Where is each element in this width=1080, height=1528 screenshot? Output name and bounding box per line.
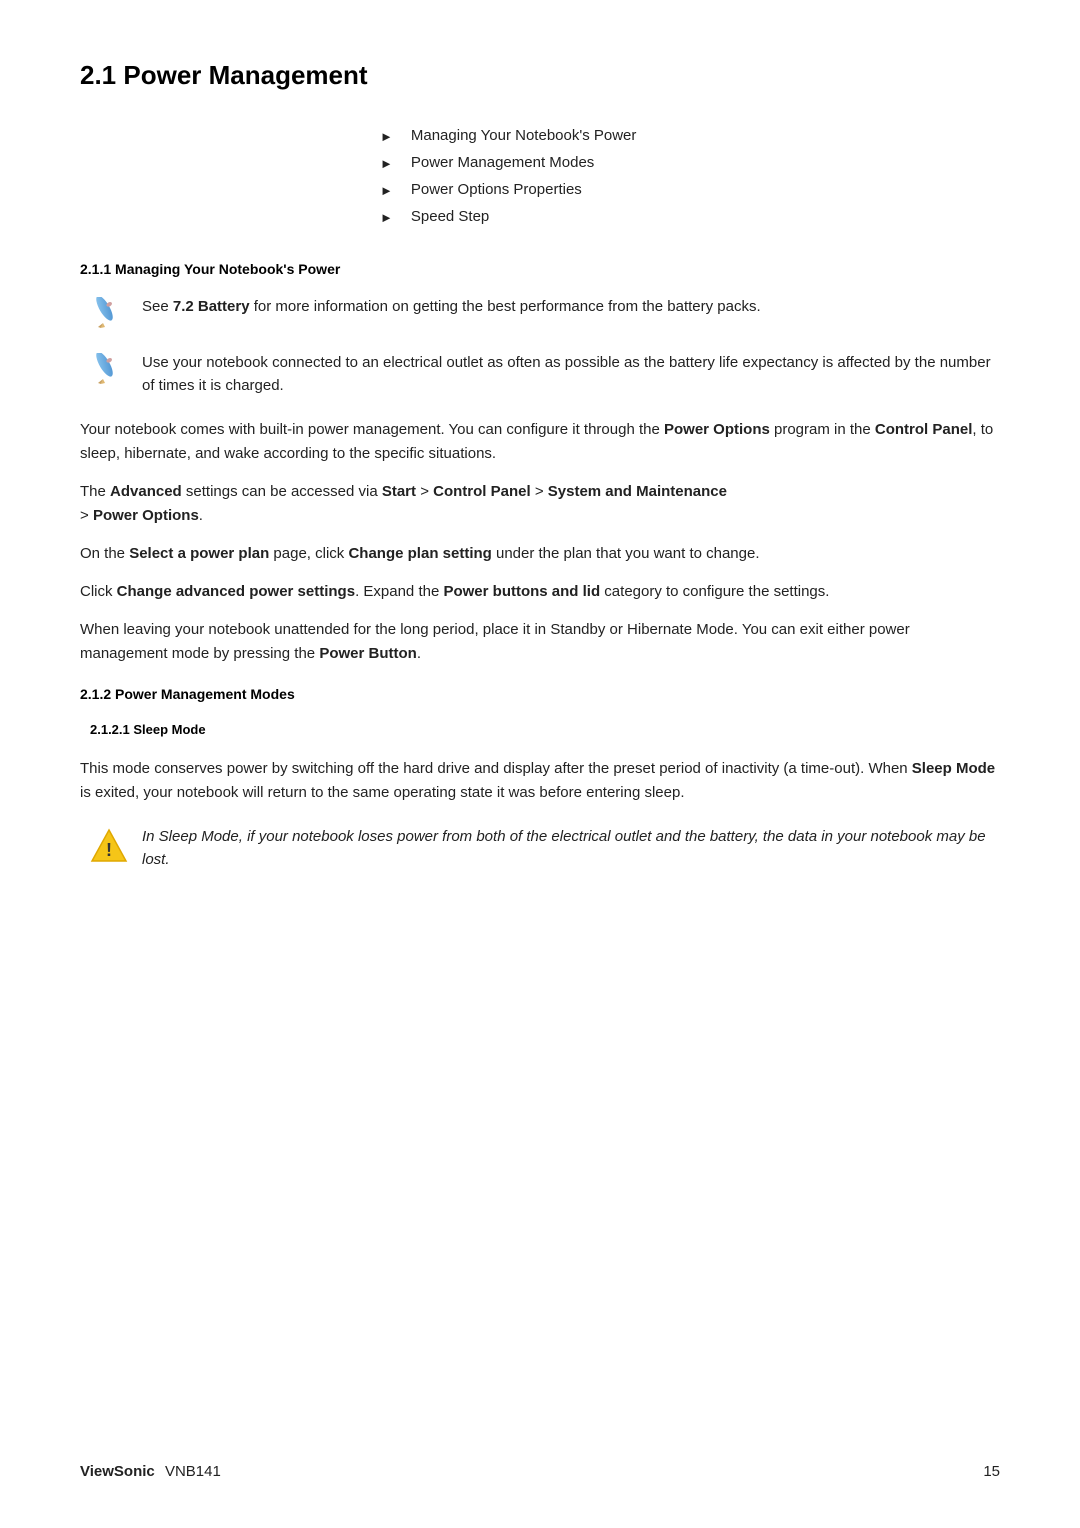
toc-arrow-4: ► — [380, 210, 393, 225]
para-1-bold-2: Control Panel — [875, 421, 973, 438]
toc-arrow-1: ► — [380, 129, 393, 144]
toc-section: ► Managing Your Notebook's Power ► Power… — [380, 127, 1000, 225]
footer: ViewSonic VNB141 15 — [80, 1463, 1000, 1480]
svg-text:!: ! — [106, 840, 112, 860]
note-2-text: Use your notebook connected to an electr… — [142, 351, 1000, 398]
section-2121-heading: 2.1.2.1 Sleep Mode — [90, 722, 1000, 737]
para-4-bold-2: Power buttons and lid — [443, 583, 600, 600]
toc-item-1: ► Managing Your Notebook's Power — [380, 127, 1000, 144]
note-block-1: See 7.2 Battery for more information on … — [90, 295, 1000, 335]
footer-model: VNB141 — [165, 1463, 221, 1480]
para-2: The Advanced settings can be accessed vi… — [80, 480, 1000, 528]
para-3-bold-2: Change plan setting — [348, 545, 491, 562]
para-5: When leaving your notebook unattended fo… — [80, 618, 1000, 666]
section-212-heading: 2.1.2 Power Management Modes — [80, 686, 1000, 702]
para-2-bold-2: Start — [382, 483, 416, 500]
para-2-bold-5: Power Options — [93, 507, 199, 524]
note-block-2: Use your notebook connected to an electr… — [90, 351, 1000, 398]
toc-label-4: Speed Step — [411, 208, 489, 225]
para-2-bold-3: Control Panel — [433, 483, 531, 500]
toc-arrow-3: ► — [380, 183, 393, 198]
section-211: 2.1.1 Managing Your Notebook's Power See… — [80, 261, 1000, 666]
toc-label-2: Power Management Modes — [411, 154, 594, 171]
warning-block: ! In Sleep Mode, if your notebook loses … — [90, 825, 1000, 872]
warning-icon: ! — [90, 827, 128, 865]
para-2-bold-4: System and Maintenance — [548, 483, 727, 500]
para-3: On the Select a power plan page, click C… — [80, 542, 1000, 566]
pencil-icon-2 — [90, 353, 128, 391]
toc-arrow-2: ► — [380, 156, 393, 171]
footer-left: ViewSonic VNB141 — [80, 1463, 221, 1480]
section-211-heading: 2.1.1 Managing Your Notebook's Power — [80, 261, 1000, 277]
sleep-mode-bold: Sleep Mode — [912, 760, 995, 777]
section-2121: 2.1.2.1 Sleep Mode This mode conserves p… — [80, 722, 1000, 872]
para-1: Your notebook comes with built-in power … — [80, 418, 1000, 466]
note-1-text: See 7.2 Battery for more information on … — [142, 295, 761, 318]
warning-text: In Sleep Mode, if your notebook loses po… — [142, 825, 1000, 872]
toc-label-1: Managing Your Notebook's Power — [411, 127, 637, 144]
para-4: Click Change advanced power settings. Ex… — [80, 580, 1000, 604]
para-1-bold-1: Power Options — [664, 421, 770, 438]
footer-page-number: 15 — [983, 1463, 1000, 1480]
para-5-bold: Power Button — [319, 645, 417, 662]
para-4-bold-1: Change advanced power settings — [117, 583, 355, 600]
toc-item-2: ► Power Management Modes — [380, 154, 1000, 171]
footer-page: 15 — [983, 1463, 1000, 1480]
para-2-bold-1: Advanced — [110, 483, 182, 500]
section-212: 2.1.2 Power Management Modes — [80, 686, 1000, 702]
page-title: 2.1 Power Management — [80, 60, 1000, 91]
toc-item-3: ► Power Options Properties — [380, 181, 1000, 198]
footer-brand: ViewSonic — [80, 1463, 155, 1480]
section-2121-para1: This mode conserves power by switching o… — [80, 757, 1000, 805]
toc-label-3: Power Options Properties — [411, 181, 582, 198]
para-3-bold-1: Select a power plan — [129, 545, 269, 562]
note-1-bold: 7.2 Battery — [173, 298, 250, 315]
toc-item-4: ► Speed Step — [380, 208, 1000, 225]
pencil-icon-1 — [90, 297, 128, 335]
